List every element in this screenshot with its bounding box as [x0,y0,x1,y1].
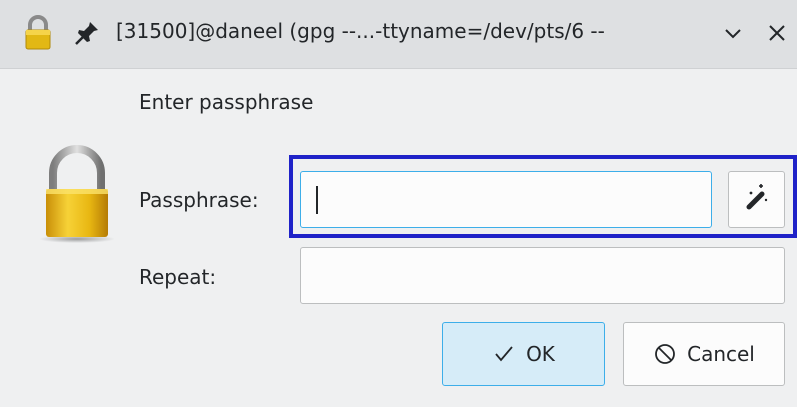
passphrase-label: Passphrase: [139,188,259,212]
window-title: [31500]@daneel (gpg --...-ttyname=/dev/p… [116,19,605,43]
check-icon [495,346,513,362]
ok-button-label: OK [526,342,555,366]
dialog-heading: Enter passphrase [139,90,314,114]
window-titlebar[interactable]: [31500]@daneel (gpg --...-ttyname=/dev/p… [0,0,797,69]
padlock-icon [32,145,122,249]
close-icon[interactable] [762,18,792,48]
ok-button[interactable]: OK [442,322,605,386]
repeat-input[interactable] [300,247,785,304]
lock-icon [23,15,53,55]
minimize-chevron-icon[interactable] [718,18,748,48]
repeat-label: Repeat: [139,265,217,289]
pin-icon[interactable] [74,20,100,50]
cancel-button-label: Cancel [687,342,755,366]
cancel-button[interactable]: Cancel [623,322,785,386]
focus-highlight [289,155,797,238]
cancel-icon [655,344,676,364]
